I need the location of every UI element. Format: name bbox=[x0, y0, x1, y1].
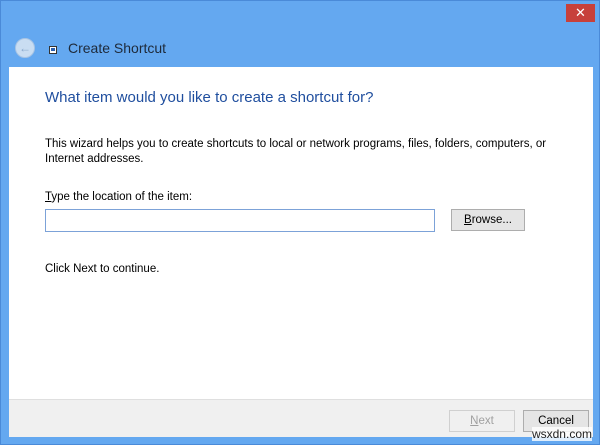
wizard-content: What item would you like to create a sho… bbox=[9, 67, 593, 399]
title-bar: ← Create Shortcut bbox=[9, 33, 593, 63]
back-arrow-icon: ← bbox=[19, 41, 31, 55]
next-button[interactable]: Next bbox=[449, 410, 515, 432]
description: This wizard helps you to create shortcut… bbox=[45, 138, 547, 165]
page-heading: What item would you like to create a sho… bbox=[45, 89, 374, 106]
window-frame: ✕ ← Create Shortcut What item would you … bbox=[0, 0, 600, 445]
browse-button[interactable]: Browse... bbox=[451, 209, 525, 231]
location-label: Type the location of the item: bbox=[45, 191, 193, 203]
hint-text: Click Next to continue. bbox=[45, 263, 160, 275]
location-input[interactable] bbox=[45, 209, 435, 232]
shortcut-icon bbox=[49, 46, 57, 54]
footer: Next Cancel bbox=[9, 399, 593, 437]
close-button[interactable]: ✕ bbox=[566, 4, 595, 22]
close-icon: ✕ bbox=[575, 5, 586, 20]
back-button[interactable]: ← bbox=[15, 38, 35, 58]
watermark: wsxdn.com bbox=[531, 427, 592, 441]
window-title: Create Shortcut bbox=[68, 40, 167, 56]
